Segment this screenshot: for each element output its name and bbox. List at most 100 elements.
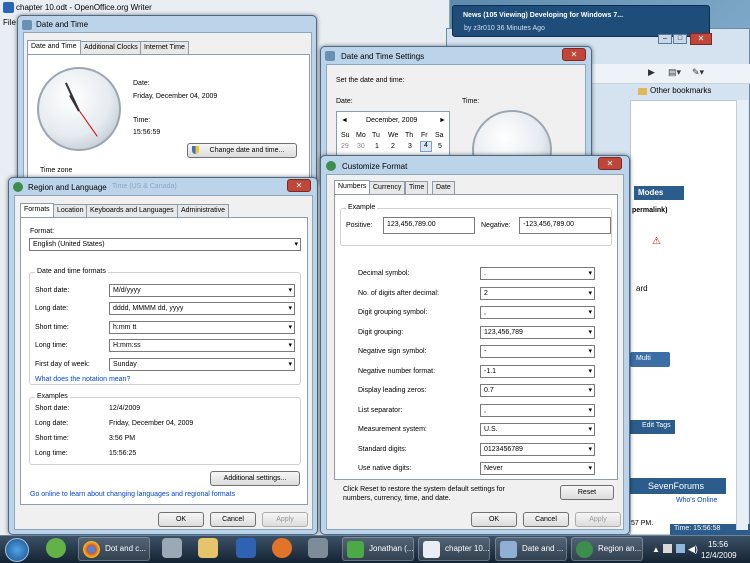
- news-title: News (105 Viewing) Developing for Window…: [463, 12, 624, 19]
- setting-select[interactable]: 0123456789 ▾: [480, 442, 595, 456]
- calculator-icon[interactable]: [236, 538, 256, 558]
- long-time-select[interactable]: H:mm:ss ▾: [109, 339, 295, 352]
- region-close-button[interactable]: ✕: [287, 179, 311, 192]
- setting-value: U.S.: [484, 426, 498, 433]
- whos-online[interactable]: Who's Online: [676, 497, 717, 504]
- tab-date-and-time[interactable]: Date and Time: [27, 40, 81, 54]
- region-cancel-button[interactable]: Cancel: [210, 512, 256, 527]
- dt-formats-label: Date and time formats: [35, 268, 108, 275]
- setting-select[interactable]: Never ▾: [480, 462, 595, 475]
- board-text: ard: [636, 284, 648, 293]
- tab-administrative[interactable]: Administrative: [177, 204, 229, 217]
- start-button[interactable]: [5, 538, 29, 562]
- setting-select[interactable]: 2 ▾: [480, 286, 595, 300]
- customize-close[interactable]: ✕: [598, 157, 622, 170]
- long-time-label: Long time:: [35, 342, 68, 349]
- short-date-select[interactable]: M/d/yyyy ▾: [109, 284, 295, 297]
- modes-label[interactable]: Modes: [638, 188, 663, 197]
- setting-select[interactable]: - ▾: [480, 345, 595, 358]
- setting-select[interactable]: 0.7 ▾: [480, 384, 595, 397]
- examples-group: [29, 397, 301, 465]
- calendar-month[interactable]: December, 2009: [366, 117, 417, 124]
- setting-select[interactable]: 123,456,789 ▾: [480, 325, 595, 339]
- calendar-day[interactable]: 2: [391, 143, 395, 150]
- additional-settings-button[interactable]: Additional settings...: [210, 471, 300, 486]
- setting-value: 0123456789: [484, 445, 523, 453]
- play-icon[interactable]: ▶: [648, 67, 655, 78]
- setting-label: Digit grouping symbol:: [358, 309, 428, 316]
- calendar-day[interactable]: 29: [341, 143, 349, 150]
- news-notification[interactable]: [452, 5, 710, 37]
- short-time-select[interactable]: h:mm tt ▾: [109, 321, 295, 334]
- setting-label: Digit grouping:: [358, 328, 404, 336]
- change-date-time-button[interactable]: Change date and time...: [187, 143, 297, 158]
- tray-up-icon[interactable]: ▲: [652, 545, 660, 554]
- writer-menu-file[interactable]: File: [3, 18, 16, 27]
- setting-select[interactable]: U.S. ▾: [480, 423, 595, 436]
- dt-settings-close[interactable]: ✕: [562, 48, 586, 61]
- setting-select[interactable]: , ▾: [480, 306, 595, 319]
- page-icon[interactable]: ▤▾: [668, 67, 681, 78]
- notation-link[interactable]: What does the notation mean?: [35, 376, 130, 383]
- edit-tags-label[interactable]: Edit Tags: [642, 422, 671, 429]
- first-day-select[interactable]: Sunday ▾: [109, 358, 295, 371]
- day-header: Sa: [435, 132, 444, 139]
- tab-internet-time[interactable]: Internet Time: [140, 41, 189, 54]
- tab-date[interactable]: Date: [432, 181, 455, 194]
- customize-ok-button[interactable]: OK: [471, 512, 517, 527]
- tab-time[interactable]: Time: [405, 181, 429, 194]
- tab-numbers[interactable]: Numbers: [334, 180, 371, 194]
- format-select[interactable]: English (United States) ▾: [29, 238, 301, 251]
- device-icon[interactable]: [308, 538, 328, 558]
- taskbar-writer[interactable]: chapter 10...: [418, 537, 490, 561]
- calendar-day[interactable]: 1: [375, 143, 379, 150]
- tray-clock-date[interactable]: 12/4/2009: [701, 551, 737, 560]
- taskbar-region[interactable]: Region an...: [571, 537, 643, 561]
- dt-settings-title: Date and Time Settings: [341, 52, 425, 61]
- tray-network-icon[interactable]: [676, 544, 685, 553]
- tray-volume-icon[interactable]: ◀): [688, 544, 698, 555]
- setting-select[interactable]: -1.1 ▾: [480, 364, 595, 378]
- other-bookmarks[interactable]: Other bookmarks: [650, 86, 711, 95]
- folder-icon[interactable]: [198, 538, 218, 558]
- long-date-select[interactable]: dddd, MMMM dd, yyyy ▾: [109, 302, 295, 315]
- tab-additional-clocks[interactable]: Additional Clocks: [80, 41, 142, 54]
- customize-apply-button[interactable]: Apply: [575, 512, 621, 527]
- taskbar-date-time[interactable]: Date and ...: [495, 537, 567, 561]
- browser-minimize[interactable]: –: [658, 34, 672, 44]
- calendar-prev[interactable]: ◄: [341, 117, 348, 124]
- wrench-icon[interactable]: ✎▾: [692, 67, 704, 78]
- calendar-next[interactable]: ►: [439, 117, 446, 124]
- time-value: 15:56:59: [133, 129, 161, 136]
- taskbar-messenger[interactable]: Jonathan (...: [342, 537, 414, 561]
- tray-flag-icon[interactable]: [663, 544, 672, 553]
- talk-icon[interactable]: [46, 538, 66, 558]
- scrollbar[interactable]: [736, 100, 748, 530]
- tab-location[interactable]: Location: [53, 204, 88, 217]
- region-ok-button[interactable]: OK: [158, 512, 204, 527]
- browser-close[interactable]: ✕: [690, 33, 712, 45]
- online-link[interactable]: Go online to learn about changing langua…: [30, 491, 235, 498]
- tray-clock-time[interactable]: 15:56: [708, 540, 728, 549]
- short-date-label: Short date:: [35, 287, 70, 294]
- setting-select[interactable]: . ▾: [480, 267, 595, 280]
- tab-formats[interactable]: Formats: [20, 203, 54, 217]
- setting-label: Standard digits:: [358, 445, 407, 453]
- scanner-icon[interactable]: [162, 538, 182, 558]
- customize-cancel-button[interactable]: Cancel: [523, 512, 569, 527]
- date-time-title: Date and Time: [36, 20, 89, 29]
- folder-bookmarks-icon: [638, 88, 647, 95]
- reset-button[interactable]: Reset: [560, 485, 614, 500]
- region-apply-button[interactable]: Apply: [262, 512, 308, 527]
- permalink-label[interactable]: permalink): [632, 207, 667, 214]
- calendar-day[interactable]: 30: [357, 143, 365, 150]
- setting-select[interactable]: , ▾: [480, 403, 595, 417]
- firefox-icon[interactable]: [272, 538, 292, 558]
- calendar-day-selected[interactable]: 4: [420, 141, 432, 152]
- tab-keyboards[interactable]: Keyboards and Languages: [86, 204, 178, 217]
- calendar-day[interactable]: 3: [408, 143, 412, 150]
- taskbar-chrome[interactable]: Dot and c...: [78, 537, 150, 561]
- calendar-day[interactable]: 5: [438, 143, 442, 150]
- tab-currency[interactable]: Currency: [369, 181, 406, 194]
- browser-maximize[interactable]: □: [673, 34, 687, 44]
